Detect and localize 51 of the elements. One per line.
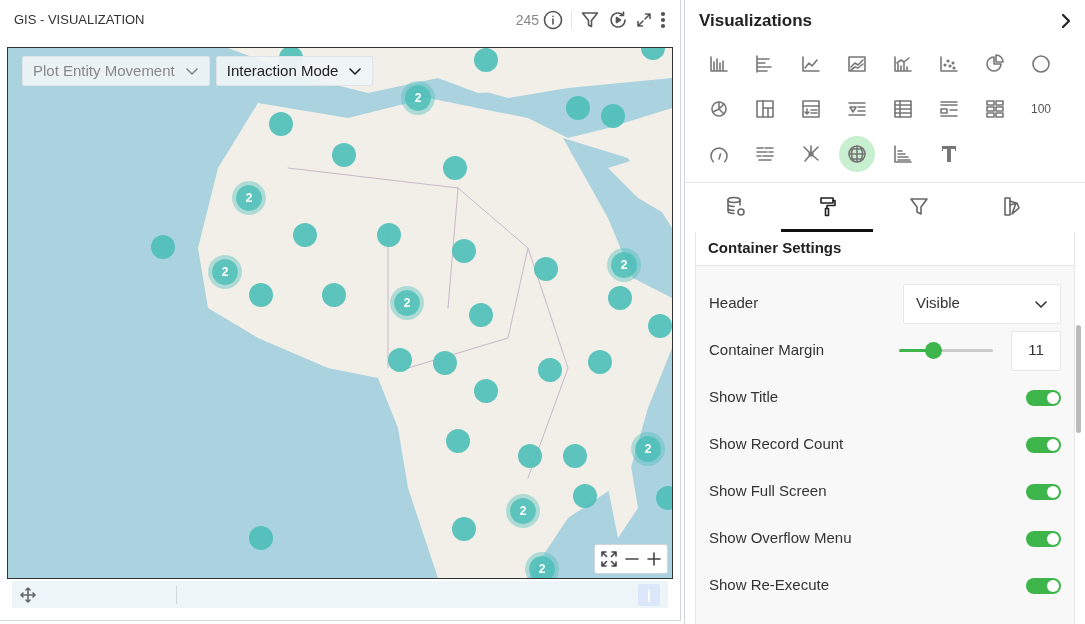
bar-chart-icon [892,143,914,165]
slider-thumb[interactable] [925,342,943,359]
setting-label: Show Title [709,387,779,408]
record-count: 245 [515,10,539,30]
toggle-switch[interactable] [1026,577,1061,594]
header-select[interactable]: Visible [903,283,1061,324]
setting-label: Header [709,293,759,314]
setting-label: Show Re-Execute [709,575,830,596]
circle-icon [1030,53,1052,75]
network-icon [800,143,822,165]
setting-label: Show Record Count [709,434,844,455]
line-chart-icon [846,53,868,75]
pie-chart-icon [708,98,730,120]
info-icon[interactable] [543,10,563,30]
globe-icon [846,143,868,165]
move-icon[interactable] [20,586,36,603]
margin-input[interactable]: 11 [1011,330,1061,371]
list-icon [938,98,960,120]
toggle-switch[interactable] [1026,530,1061,547]
fit-bounds-icon[interactable] [601,551,617,567]
setting-label: Container Margin [709,340,825,361]
line-chart-icon [800,53,822,75]
slider-track[interactable] [899,342,993,359]
filter-icon[interactable] [580,10,600,30]
toggle-switch[interactable] [1026,389,1061,406]
more-icon[interactable] [660,11,666,29]
chart-type-option[interactable]: 100 [1023,91,1059,127]
panel-title: Visualizations [699,10,813,33]
refresh-icon[interactable] [608,10,628,30]
grid-icon [754,98,776,120]
map-dropdown[interactable]: Interaction Mode [215,56,374,86]
grid-icon [984,98,1006,120]
table-icon [800,98,822,120]
zoom-in-icon[interactable] [647,552,661,566]
chart-type-button[interactable] [839,136,875,172]
chevron-right-icon[interactable] [1059,13,1073,29]
setting-label: Show Overflow Menu [709,528,852,549]
scatter-chart-icon [938,53,960,75]
database-settings-icon [724,195,746,217]
toggle-switch[interactable] [1026,436,1061,453]
section-title: Container Settings [708,238,842,259]
toggle-switch[interactable] [1026,483,1061,500]
combo-chart-icon [892,53,914,75]
table-icon [892,98,914,120]
widget-title: GIS - VISUALIZATION [14,11,145,30]
scrollbar[interactable] [1076,325,1081,433]
filter-icon [908,195,930,217]
pie-chart-icon [984,53,1006,75]
setting-label: Show Full Screen [709,481,827,502]
expand-icon[interactable] [636,12,652,28]
bar-chart-icon [708,53,730,75]
